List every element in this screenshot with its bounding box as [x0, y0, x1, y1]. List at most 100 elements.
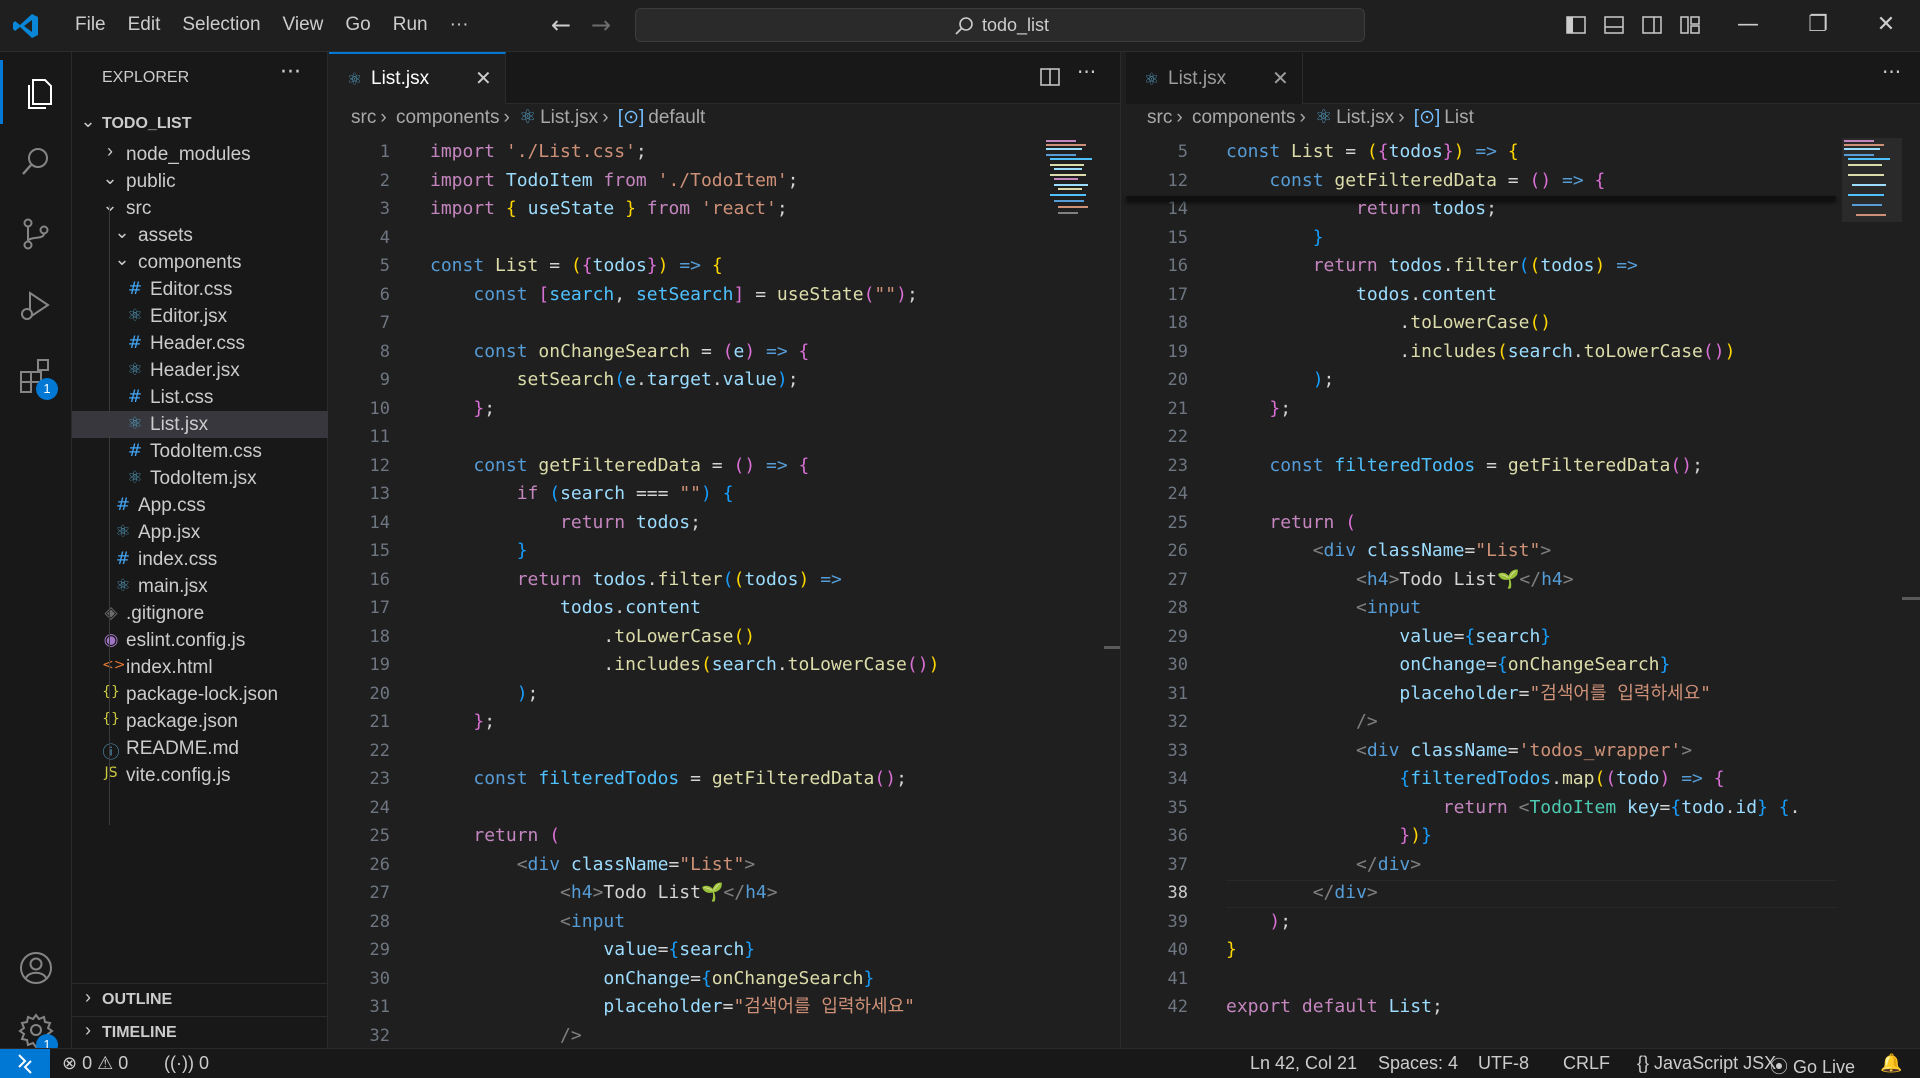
- menu-file[interactable]: File: [64, 14, 117, 36]
- menu-selection[interactable]: Selection: [171, 14, 271, 36]
- tab-list-jsx[interactable]: ⚛ List.jsx ✕: [329, 52, 506, 104]
- tree-item-vite-config-js[interactable]: JS vite.config.js: [72, 762, 328, 789]
- tab-list-jsx-right[interactable]: ⚛ List.jsx ✕: [1126, 52, 1303, 104]
- line-number: 24: [1167, 484, 1188, 504]
- more-actions-icon[interactable]: ···: [1882, 60, 1901, 84]
- minimize-icon[interactable]: —: [1728, 10, 1768, 40]
- cursor-position[interactable]: Ln 42, Col 21: [1250, 1053, 1357, 1074]
- menu-run[interactable]: Run: [382, 14, 439, 36]
- editor-split-sash[interactable]: [1120, 52, 1126, 1048]
- right-code-area[interactable]: const List = ({todos}) => { const getFil…: [1226, 138, 1836, 1048]
- line-number: 27: [1167, 569, 1188, 590]
- menu-edit[interactable]: Edit: [117, 14, 172, 36]
- breadcrumb-components[interactable]: components: [396, 107, 500, 128]
- warning-count: 0: [118, 1053, 129, 1073]
- project-folder[interactable]: ⌄ TODO_LIST: [72, 108, 328, 141]
- breadcrumb-src[interactable]: src: [1147, 107, 1172, 128]
- source-control-activity[interactable]: [0, 200, 72, 264]
- code-line: .toLowerCase(): [1399, 312, 1552, 333]
- problems-indicator[interactable]: ⊗ 0 ⚠ 0: [62, 1053, 128, 1074]
- tree-item-package-json[interactable]: {} package.json: [72, 708, 328, 735]
- bell-icon[interactable]: 🔔: [1880, 1053, 1902, 1074]
- more-actions-icon[interactable]: ···: [1077, 60, 1096, 84]
- code-line: <div className='todos_wrapper'>: [1356, 739, 1693, 761]
- language-mode[interactable]: {} JavaScript JSX: [1637, 1053, 1776, 1074]
- code-line: const filteredTodos = getFilteredData();: [473, 768, 907, 789]
- ports-indicator[interactable]: ((·)) 0: [164, 1053, 209, 1074]
- tree-item-package-lock-json[interactable]: {} package-lock.json: [72, 681, 328, 708]
- accounts-activity[interactable]: [0, 934, 72, 998]
- breadcrumb-symbol[interactable]: List: [1444, 107, 1474, 128]
- close-window-icon[interactable]: ✕: [1866, 10, 1906, 40]
- encoding[interactable]: UTF-8: [1478, 1053, 1529, 1074]
- right-scrollbar-thumb[interactable]: [1902, 597, 1920, 600]
- restore-icon[interactable]: ❐: [1798, 10, 1838, 40]
- toggle-panel-icon[interactable]: [1603, 14, 1625, 36]
- remote-indicator[interactable]: [0, 1049, 50, 1078]
- tree-item-editor-css[interactable]: # Editor.css: [72, 276, 328, 303]
- menu-go[interactable]: Go: [334, 14, 381, 36]
- tree-item-label: index.html: [126, 657, 213, 678]
- code-line: </div>: [1356, 853, 1422, 875]
- search-activity[interactable]: [0, 128, 72, 192]
- minimap-slider[interactable]: [1842, 138, 1902, 222]
- explorer-activity[interactable]: [0, 60, 72, 124]
- code-line: <div className="List">: [1312, 540, 1552, 561]
- explorer-more-icon[interactable]: ···: [280, 60, 301, 85]
- extensions-activity[interactable]: 1: [0, 342, 72, 406]
- tree-item-readme-md[interactable]: ⓘ README.md: [72, 735, 328, 763]
- end-of-line[interactable]: CRLF: [1563, 1053, 1610, 1074]
- tree-item-main-jsx[interactable]: ⚛ main.jsx: [72, 573, 328, 600]
- line-number: 6: [379, 284, 390, 305]
- tree-item-public[interactable]: ⌄ public: [72, 168, 328, 195]
- tree-item-header-jsx[interactable]: ⚛ Header.jsx: [72, 357, 328, 384]
- breadcrumb-components[interactable]: components: [1192, 107, 1296, 128]
- split-editor-icon[interactable]: [1039, 66, 1061, 93]
- tree-item-app-jsx[interactable]: ⚛ App.jsx: [72, 519, 328, 546]
- react-icon: ⚛: [1315, 107, 1333, 128]
- tree-item-src[interactable]: ⌄ src: [72, 195, 328, 222]
- menu-view[interactable]: View: [272, 14, 335, 36]
- tree-item-gitignore[interactable]: ◈ .gitignore: [72, 600, 328, 627]
- indentation[interactable]: Spaces: 4: [1378, 1053, 1458, 1074]
- close-icon[interactable]: ✕: [475, 66, 492, 90]
- command-center-search[interactable]: todo_list: [635, 8, 1365, 42]
- line-number: 19: [1167, 341, 1188, 362]
- toggle-secondary-sidebar-icon[interactable]: [1641, 14, 1663, 36]
- tree-item-todoitem-css[interactable]: # TodoItem.css: [72, 438, 328, 465]
- tree-item-index-css[interactable]: # index.css: [72, 546, 328, 573]
- tree-item-assets[interactable]: ⌄ assets: [72, 222, 328, 249]
- tree-item-eslint-config-js[interactable]: ◉ eslint.config.js: [72, 627, 328, 654]
- indent-guide: [109, 205, 110, 825]
- breadcrumb-file[interactable]: List.jsx: [540, 107, 598, 128]
- chevron-down-icon: ⌄: [114, 222, 130, 242]
- braces-icon: {}: [1637, 1053, 1650, 1073]
- go-live-button[interactable]: ⦿ Go Live: [1770, 1053, 1855, 1078]
- tree-item-todoitem-jsx[interactable]: ⚛ TodoItem.jsx: [72, 465, 328, 492]
- tree-item-app-css[interactable]: # App.css: [72, 492, 328, 519]
- left-scrollbar-thumb[interactable]: [1104, 646, 1120, 649]
- customize-layout-icon[interactable]: [1679, 14, 1701, 36]
- tree-item-list-jsx[interactable]: ⚛ List.jsx: [72, 411, 328, 438]
- close-icon[interactable]: ✕: [1272, 66, 1289, 90]
- timeline-section[interactable]: › TIMELINE: [72, 1016, 328, 1049]
- tree-item-label: src: [126, 198, 152, 219]
- breadcrumb-symbol[interactable]: default: [648, 107, 705, 128]
- forward-arrow-icon[interactable]: →: [588, 12, 614, 38]
- tree-item-components[interactable]: ⌄ components: [72, 249, 328, 276]
- left-code-area[interactable]: import './List.css'; import TodoItem fro…: [430, 138, 1030, 1048]
- tree-item-header-css[interactable]: # Header.css: [72, 330, 328, 357]
- tree-item-node-modules[interactable]: › node_modules: [72, 141, 328, 168]
- tree-item-list-css[interactable]: # List.css: [72, 384, 328, 411]
- back-arrow-icon[interactable]: ←: [548, 12, 574, 38]
- run-debug-activity[interactable]: [0, 272, 72, 336]
- right-minimap[interactable]: [1842, 138, 1902, 238]
- breadcrumb-src[interactable]: src: [351, 107, 376, 128]
- left-minimap[interactable]: [1044, 138, 1104, 238]
- tree-item-editor-jsx[interactable]: ⚛ Editor.jsx: [72, 303, 328, 330]
- toggle-primary-sidebar-icon[interactable]: [1565, 14, 1587, 36]
- outline-section[interactable]: › OUTLINE: [72, 983, 328, 1016]
- menu-more[interactable]: ···: [439, 14, 480, 36]
- breadcrumb-file[interactable]: List.jsx: [1336, 107, 1394, 128]
- tree-item-index-html[interactable]: <> index.html: [72, 654, 328, 681]
